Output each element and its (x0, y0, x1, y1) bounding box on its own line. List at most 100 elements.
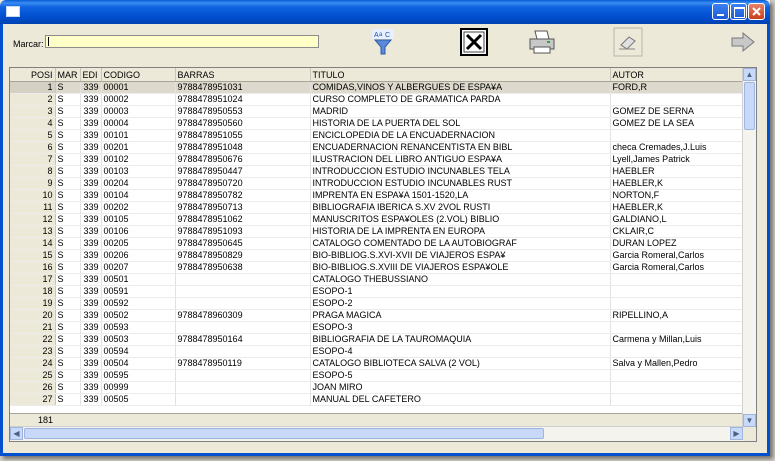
cell-barras[interactable] (175, 381, 311, 394)
table-row[interactable]: 21 S 339 00593 ESOPO-3 (10, 321, 745, 334)
cell-mar[interactable]: S (55, 165, 81, 178)
cell-barras[interactable] (175, 345, 311, 358)
cell-mar[interactable]: S (55, 309, 81, 322)
cell-codigo[interactable]: 00502 (101, 309, 176, 322)
cell-edi[interactable]: 339 (80, 381, 102, 394)
cell-edi[interactable]: 339 (80, 297, 102, 310)
cell-posi[interactable]: 24 (10, 357, 56, 370)
cell-mar[interactable]: S (55, 177, 81, 190)
cell-barras[interactable]: 9788478950645 (175, 237, 311, 250)
cell-barras[interactable]: 9788478950676 (175, 153, 311, 166)
cell-autor[interactable]: checa Cremades,J.Luis (610, 141, 745, 154)
close-button[interactable] (748, 3, 765, 20)
scroll-down-button[interactable]: ▼ (743, 414, 756, 427)
cell-codigo[interactable]: 00103 (101, 165, 176, 178)
cell-codigo[interactable]: 00595 (101, 369, 176, 382)
cell-edi[interactable]: 339 (80, 105, 102, 118)
cell-codigo[interactable]: 00102 (101, 153, 176, 166)
cell-autor[interactable] (610, 129, 745, 142)
cell-mar[interactable]: S (55, 333, 81, 346)
cell-mar[interactable]: S (55, 357, 81, 370)
table-row[interactable]: 14 S 339 00205 9788478950645 CATALOGO COMENTA… (10, 237, 745, 250)
cell-titulo[interactable]: INTRODUCCION ESTUDIO INCUNABLES RUST (310, 177, 611, 190)
cell-edi[interactable]: 339 (80, 117, 102, 130)
cell-codigo[interactable]: 00105 (101, 213, 176, 226)
cell-barras[interactable]: 9788478950720 (175, 177, 311, 190)
cell-titulo[interactable]: HISTORIA DE LA IMPRENTA EN EUROPA (310, 225, 611, 238)
table-row[interactable]: 15 S 339 00206 9788478950829 BIO-BIBLIOG.S.XV… (10, 249, 745, 262)
column-header-posi[interactable]: POSI (10, 68, 56, 82)
cell-codigo[interactable]: 00591 (101, 285, 176, 298)
table-row[interactable]: 16 S 339 00207 9788478950638 BIO-BIBLIOG.S.XV… (10, 261, 745, 274)
maximize-button[interactable] (730, 3, 747, 20)
cell-posi[interactable]: 18 (10, 285, 56, 298)
cell-barras[interactable]: 9788478951024 (175, 93, 311, 106)
cell-titulo[interactable]: HISTORIA DE LA PUERTA DEL SOL (310, 117, 611, 130)
table-row[interactable]: 19 S 339 00592 ESOPO-2 (10, 297, 745, 310)
table-row[interactable]: 5 S 339 00101 9788478951055 ENCICLOPEDIA DE L… (10, 129, 745, 142)
cell-barras[interactable]: 9788478951093 (175, 225, 311, 238)
cell-mar[interactable]: S (55, 93, 81, 106)
column-header-titulo[interactable]: TITULO (310, 68, 611, 82)
sort-button[interactable]: A a C (368, 27, 398, 57)
cell-edi[interactable]: 339 (80, 225, 102, 238)
cell-autor[interactable]: GOMEZ DE LA SEA (610, 117, 745, 130)
title-bar[interactable] (0, 0, 770, 24)
exit-button[interactable] (728, 27, 758, 57)
cell-barras[interactable] (175, 273, 311, 286)
cell-barras[interactable]: 9788478951055 (175, 129, 311, 142)
cell-titulo[interactable]: BIO-BIBLIOG.S.XVI-XVII DE VIAJEROS ESPA¥ (310, 249, 611, 262)
table-row[interactable]: 9 S 339 00204 9788478950720 INTRODUCCION ESTU… (10, 177, 745, 190)
scroll-up-button[interactable]: ▲ (743, 68, 756, 81)
cell-barras[interactable]: 9788478950447 (175, 165, 311, 178)
cell-titulo[interactable]: MANUSCRITOS ESPA¥OLES (2.VOL) BIBLIO (310, 213, 611, 226)
cell-mar[interactable]: S (55, 237, 81, 250)
cell-titulo[interactable]: ESOPO-4 (310, 345, 611, 358)
cell-edi[interactable]: 339 (80, 393, 102, 406)
cell-edi[interactable]: 339 (80, 201, 102, 214)
cell-barras[interactable]: 9788478951048 (175, 141, 311, 154)
cell-edi[interactable]: 339 (80, 273, 102, 286)
cell-autor[interactable]: HAEBLER (610, 165, 745, 178)
cell-autor[interactable]: Garcia Romeral,Carlos (610, 261, 745, 274)
cell-autor[interactable] (610, 345, 745, 358)
cell-mar[interactable]: S (55, 381, 81, 394)
cell-mar[interactable]: S (55, 153, 81, 166)
cell-codigo[interactable]: 00106 (101, 225, 176, 238)
cell-posi[interactable]: 9 (10, 177, 56, 190)
cell-posi[interactable]: 5 (10, 129, 56, 142)
cell-mar[interactable]: S (55, 105, 81, 118)
cell-codigo[interactable]: 00593 (101, 321, 176, 334)
cell-titulo[interactable]: COMIDAS,VINOS Y ALBERGUES DE ESPA¥A (310, 81, 611, 94)
cell-posi[interactable]: 7 (10, 153, 56, 166)
cell-codigo[interactable]: 00101 (101, 129, 176, 142)
cell-barras[interactable]: 9788478950713 (175, 201, 311, 214)
cell-autor[interactable]: DURAN LOPEZ (610, 237, 745, 250)
scroll-right-button[interactable]: ▶ (730, 427, 743, 440)
cell-titulo[interactable]: ESOPO-3 (310, 321, 611, 334)
cell-titulo[interactable]: ESOPO-2 (310, 297, 611, 310)
cell-autor[interactable]: GALDIANO,L (610, 213, 745, 226)
vertical-scrollbar[interactable]: ▲ ▼ (742, 68, 756, 427)
table-row[interactable]: 20 S 339 00502 9788478960309 PRAGA MAGICA RIPE… (10, 309, 745, 322)
cell-posi[interactable]: 6 (10, 141, 56, 154)
cell-codigo[interactable]: 00594 (101, 345, 176, 358)
cell-edi[interactable]: 339 (80, 285, 102, 298)
cell-titulo[interactable]: BIBLIOGRAFIA IBERICA S.XV 2VOL RUSTI (310, 201, 611, 214)
cell-codigo[interactable]: 00001 (101, 81, 176, 94)
cell-mar[interactable]: S (55, 225, 81, 238)
cell-codigo[interactable]: 00205 (101, 237, 176, 250)
cell-autor[interactable]: Carmena y Millan,Luis (610, 333, 745, 346)
cell-titulo[interactable]: CURSO COMPLETO DE GRAMATICA PARDA (310, 93, 611, 106)
cell-titulo[interactable]: MADRID (310, 105, 611, 118)
cell-edi[interactable]: 339 (80, 345, 102, 358)
cell-edi[interactable]: 339 (80, 153, 102, 166)
cell-posi[interactable]: 15 (10, 249, 56, 262)
table-row[interactable]: 13 S 339 00106 9788478951093 HISTORIA DE LA I… (10, 225, 745, 238)
cell-autor[interactable] (610, 381, 745, 394)
cell-titulo[interactable]: MANUAL DEL CAFETERO (310, 393, 611, 406)
cell-autor[interactable]: RIPELLINO,A (610, 309, 745, 322)
cell-autor[interactable] (610, 393, 745, 406)
cell-mar[interactable]: S (55, 297, 81, 310)
cell-edi[interactable]: 339 (80, 261, 102, 274)
